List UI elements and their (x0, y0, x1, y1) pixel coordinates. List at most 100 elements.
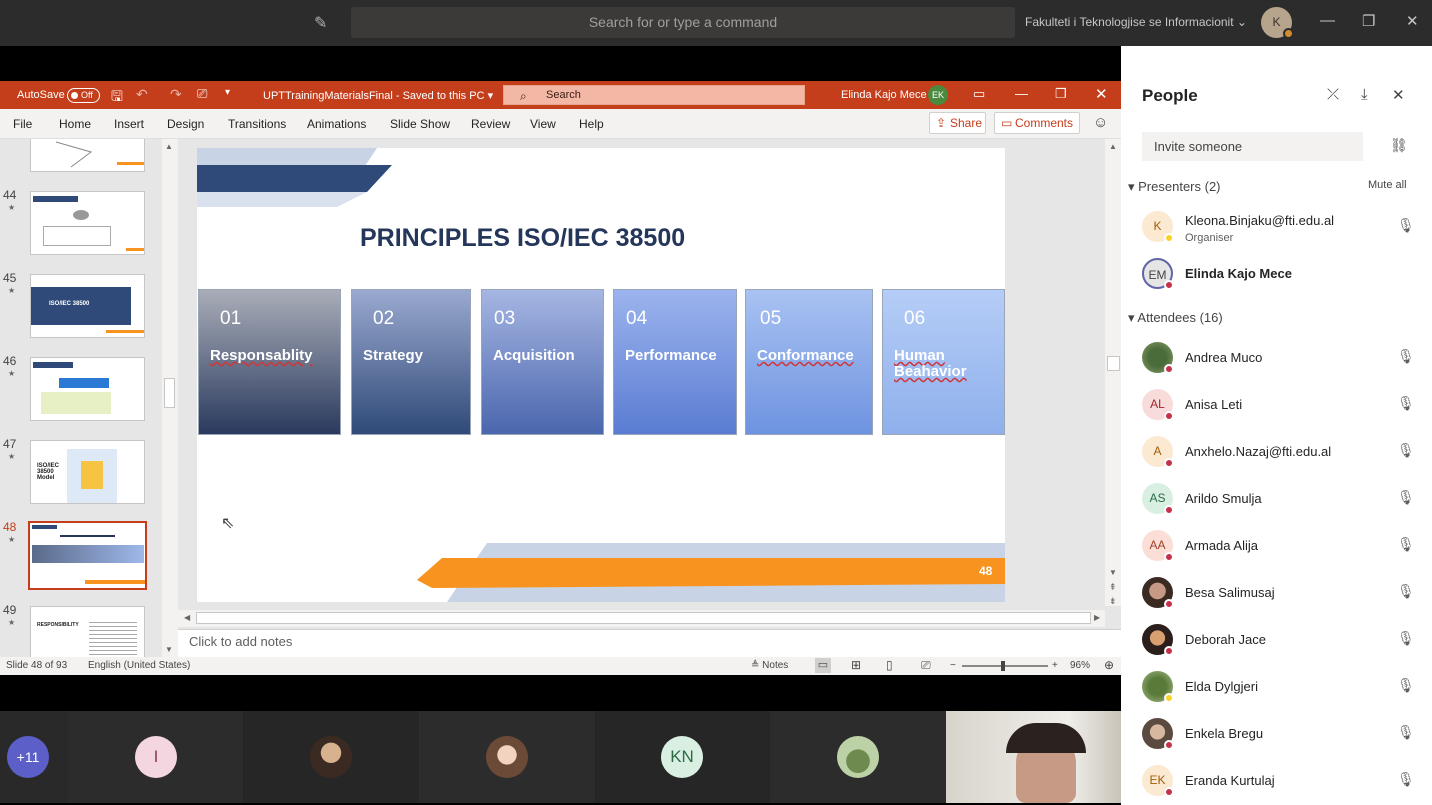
tab-slide-show[interactable]: Slide Show (390, 117, 450, 131)
close-icon[interactable]: ✕ (1406, 12, 1419, 30)
tab-insert[interactable]: Insert (114, 117, 144, 131)
video-tile-participant[interactable] (770, 711, 946, 803)
principle-card-02[interactable]: 02 Strategy (351, 289, 471, 435)
scroll-left-icon[interactable]: ◀ (184, 613, 190, 622)
participant-row[interactable]: AL Anisa Leti 🎙 (1142, 386, 1422, 426)
scroll-down-icon[interactable]: ▼ (1109, 568, 1117, 577)
presenter-video[interactable] (946, 711, 1121, 803)
minimize-icon[interactable]: — (1320, 12, 1335, 29)
customize-qat-icon[interactable]: ▾ (225, 87, 230, 98)
ppt-restore-icon[interactable]: ❐ (1055, 86, 1067, 102)
comments-button[interactable]: ▭ Comments (994, 112, 1080, 134)
zoom-slider-track[interactable] (962, 665, 1048, 667)
slide-scroll-thumb[interactable] (1107, 356, 1120, 371)
participant-row[interactable]: Enkela Bregu 🎙 (1142, 715, 1422, 755)
share-button[interactable]: ⇪ Share (929, 112, 986, 134)
undo-icon[interactable]: ↶ (136, 86, 148, 103)
feedback-icon[interactable]: ☺ (1093, 114, 1108, 131)
language-indicator[interactable]: English (United States) (88, 660, 190, 671)
next-slide-icon[interactable]: ⇟ (1109, 596, 1117, 607)
principle-card-06[interactable]: 06 Human Beahavior (882, 289, 1005, 435)
mic-muted-icon[interactable]: 🎙 (1397, 583, 1415, 600)
thumbnail-slide-47[interactable]: ISO/IEC 38500 Model (30, 440, 145, 504)
zoom-level[interactable]: 96% (1070, 660, 1090, 671)
video-tile-participant[interactable]: I (68, 711, 243, 803)
mic-muted-icon[interactable]: 🎙 (1397, 489, 1415, 506)
teams-search-input[interactable]: Search for or type a command (351, 7, 1015, 38)
invite-input[interactable]: Invite someone (1142, 132, 1363, 161)
scroll-up-icon[interactable]: ▲ (165, 142, 173, 151)
slide-title[interactable]: PRINCIPLES ISO/IEC 38500 (360, 224, 685, 253)
principle-card-03[interactable]: 03 Acquisition (481, 289, 604, 435)
thumbnail-slide-49[interactable]: RESPONSIBILITY (30, 606, 145, 657)
current-slide[interactable]: PRINCIPLES ISO/IEC 38500 01 Responsablit… (197, 148, 1005, 602)
thumbnail-scroll-thumb[interactable] (164, 378, 175, 408)
previous-slide-icon[interactable]: ⇞ (1109, 582, 1117, 593)
redo-icon[interactable]: ↷ (170, 86, 182, 103)
mic-muted-icon[interactable]: 🎙 (1397, 217, 1415, 234)
presenters-header[interactable]: ▾ Presenters (2) (1128, 179, 1221, 195)
thumbnail-slide-46[interactable] (30, 357, 145, 421)
fit-slide-icon[interactable]: ⊕ (1104, 658, 1114, 672)
participant-row[interactable]: AS Arildo Smulja 🎙 (1142, 480, 1422, 520)
ribbon-display-icon[interactable]: ▭ (973, 86, 985, 102)
tab-animations[interactable]: Animations (307, 117, 366, 131)
mic-muted-icon[interactable]: 🎙 (1397, 348, 1415, 365)
mic-muted-icon[interactable]: 🎙 (1397, 677, 1415, 694)
scroll-down-icon[interactable]: ▼ (165, 645, 173, 654)
notes-pane[interactable]: Click to add notes (178, 629, 1121, 657)
compose-icon[interactable]: ✎ (314, 13, 332, 32)
thumbnail-slide-45[interactable]: ISO/IEC 38500 (30, 274, 145, 338)
tab-review[interactable]: Review (471, 117, 510, 131)
pop-out-icon[interactable]: ⤫ (1327, 86, 1339, 103)
scroll-up-icon[interactable]: ▲ (1109, 142, 1117, 151)
principle-card-05[interactable]: 05 Conformance (745, 289, 873, 435)
link-icon[interactable]: ⛓ (1390, 137, 1408, 154)
zoom-in-icon[interactable]: + (1052, 660, 1058, 671)
tab-file[interactable]: File (13, 117, 32, 131)
ppt-close-icon[interactable]: ✕ (1095, 85, 1108, 103)
video-tile-participant[interactable] (243, 711, 419, 803)
org-switcher[interactable]: Fakulteti i Teknologjise se Informacioni… (1025, 15, 1247, 29)
tab-home[interactable]: Home (59, 117, 91, 131)
account-name[interactable]: Elinda Kajo Mece (841, 89, 927, 101)
download-attendance-icon[interactable]: ⤓ (1361, 86, 1368, 103)
principle-card-01[interactable]: 01 Responsablity (198, 289, 341, 435)
tab-transitions[interactable]: Transitions (228, 117, 286, 131)
account-avatar[interactable]: EK (928, 85, 948, 105)
present-icon[interactable]: ⎚ (197, 86, 207, 102)
participant-row[interactable]: Besa Salimusaj 🎙 (1142, 574, 1422, 614)
thumbnail-slide-43[interactable] (30, 139, 145, 172)
save-icon[interactable]: 🖫 (111, 86, 123, 110)
tab-help[interactable]: Help (579, 117, 604, 131)
zoom-out-icon[interactable]: − (950, 660, 956, 671)
slideshow-view-icon[interactable]: ⎚ (921, 658, 931, 673)
participant-row[interactable]: EM Elinda Kajo Mece (1142, 255, 1422, 295)
participant-row[interactable]: K Kleona.Binjaku@fti.edu.al Organiser 🎙 (1142, 208, 1422, 248)
scroll-right-icon[interactable]: ▶ (1094, 613, 1100, 622)
notes-toggle[interactable]: ≜ Notes (751, 660, 788, 671)
participant-row[interactable]: Deborah Jace 🎙 (1142, 621, 1422, 661)
thumbnail-slide-44[interactable] (30, 191, 145, 255)
normal-view-icon[interactable]: ▭ (815, 658, 831, 673)
maximize-icon[interactable]: ❐ (1362, 12, 1375, 30)
mic-muted-icon[interactable]: 🎙 (1397, 536, 1415, 553)
thumbnail-slide-48-selected[interactable] (28, 521, 147, 590)
document-title[interactable]: UPTTrainingMaterialsFinal - Saved to thi… (263, 89, 493, 102)
mic-muted-icon[interactable]: 🎙 (1397, 442, 1415, 459)
close-panel-icon[interactable]: ✕ (1392, 86, 1405, 104)
video-tile-participant[interactable]: KN (595, 711, 770, 803)
zoom-slider-knob[interactable] (1001, 661, 1005, 671)
reading-view-icon[interactable]: ▯ (886, 658, 893, 672)
slide-vertical-scrollbar[interactable] (1105, 139, 1121, 606)
ppt-minimize-icon[interactable]: — (1015, 86, 1028, 101)
autosave-toggle[interactable]: Off (67, 88, 100, 103)
mic-muted-icon[interactable]: 🎙 (1397, 395, 1415, 412)
ppt-search-box[interactable]: ⌕ Search (503, 85, 805, 105)
participant-row[interactable]: AA Armada Alija 🎙 (1142, 527, 1422, 567)
slide-sorter-icon[interactable]: ⊞ (851, 658, 861, 672)
horizontal-scroll-thumb[interactable] (196, 612, 1091, 624)
tab-design[interactable]: Design (167, 117, 204, 131)
video-tile-participant[interactable] (419, 711, 595, 803)
mute-all-button[interactable]: Mute all (1368, 179, 1407, 191)
